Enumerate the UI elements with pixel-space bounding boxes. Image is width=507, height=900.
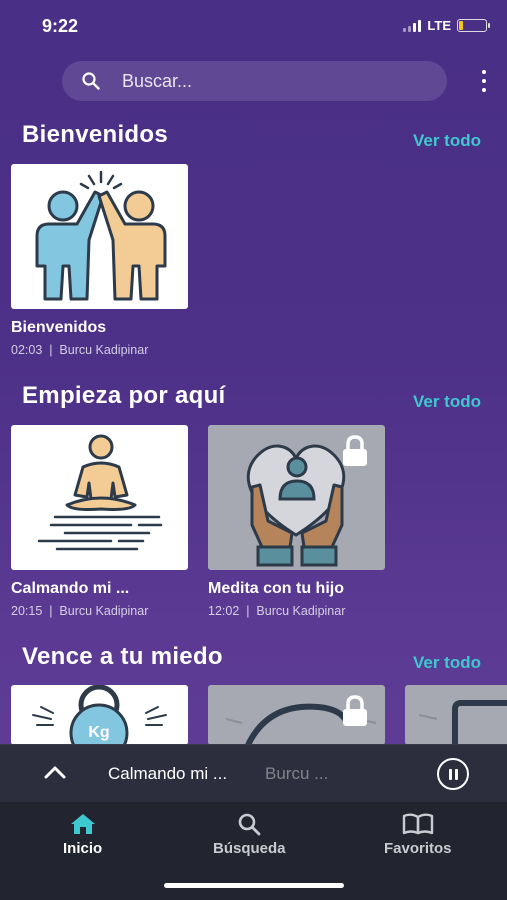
section-title-bienvenidos: Bienvenidos xyxy=(22,121,168,148)
tab-busqueda[interactable]: Búsqueda xyxy=(213,812,286,857)
see-all-bienvenidos-button[interactable]: Ver todo xyxy=(413,131,481,151)
status-time: 9:22 xyxy=(42,16,79,36)
card-title: Calmando mi ... xyxy=(11,580,130,597)
home-icon xyxy=(70,814,95,834)
card-thumbnail: Kg xyxy=(11,685,188,745)
mini-player[interactable]: Calmando mi ... Burcu ... xyxy=(0,744,507,802)
card-meta: 20:15 | Burcu Kadipinar xyxy=(11,604,149,618)
content-card-vence-2[interactable] xyxy=(208,685,385,745)
card-duration: 02:03 xyxy=(11,343,43,357)
signal-icon xyxy=(403,19,422,32)
shape-icon xyxy=(418,700,507,745)
card-thumbnail xyxy=(208,425,385,570)
card-meta: 12:02 | Burcu Kadipinar xyxy=(208,604,346,618)
tab-inicio[interactable]: Inicio xyxy=(63,812,102,857)
tab-label: Búsqueda xyxy=(213,840,286,857)
card-author: Burcu Kadipinar xyxy=(256,604,346,618)
kettlebell-icon: Kg xyxy=(32,685,167,745)
chevron-up-icon[interactable] xyxy=(44,765,66,779)
card-duration: 20:15 xyxy=(11,604,43,618)
section-title-vence: Vence a tu miedo xyxy=(22,643,223,670)
content-card-vence-1[interactable]: Kg xyxy=(11,685,188,745)
content-card-calmando[interactable]: Calmando mi ... 20:15 | Burcu Kadipinar xyxy=(11,425,188,618)
search-input[interactable] xyxy=(122,70,402,92)
search-icon xyxy=(238,813,261,836)
card-author: Burcu Kadipinar xyxy=(59,343,149,357)
kettlebell-label: Kg xyxy=(88,724,109,741)
card-thumbnail xyxy=(11,164,188,309)
home-indicator xyxy=(164,883,344,888)
status-icons: LTE xyxy=(403,18,490,33)
search-icon xyxy=(82,72,100,90)
card-duration: 12:02 xyxy=(208,604,240,618)
section-title-empieza: Empieza por aquí xyxy=(22,382,226,409)
tab-label: Inicio xyxy=(63,840,103,857)
card-meta: 02:03 | Burcu Kadipinar xyxy=(11,343,149,357)
card-thumbnail xyxy=(405,685,507,745)
see-all-vence-button[interactable]: Ver todo xyxy=(413,653,481,673)
card-title: Bienvenidos xyxy=(11,319,107,336)
card-thumbnail xyxy=(11,425,188,570)
content-card-medita[interactable]: Medita con tu hijo 12:02 | Burcu Kadipin… xyxy=(208,425,385,618)
card-author: Burcu Kadipinar xyxy=(59,604,149,618)
book-icon xyxy=(402,813,433,835)
content-card-bienvenidos[interactable]: Bienvenidos 02:03 | Burcu Kadipinar xyxy=(11,164,188,357)
lock-icon xyxy=(343,695,367,726)
card-thumbnail xyxy=(208,685,385,745)
search-bar[interactable] xyxy=(62,61,447,101)
network-label: LTE xyxy=(427,18,451,33)
see-all-empieza-button[interactable]: Ver todo xyxy=(413,392,481,412)
player-track-title: Calmando mi ... xyxy=(108,764,228,783)
meditation-icon xyxy=(37,434,163,551)
battery-icon xyxy=(457,19,490,32)
card-title: Medita con tu hijo xyxy=(208,580,344,597)
more-options-button[interactable] xyxy=(476,70,492,92)
tab-label: Favoritos xyxy=(384,840,452,857)
status-bar: 9:22 LTE xyxy=(0,0,507,52)
lock-icon xyxy=(343,435,367,466)
player-artist: Burcu ... xyxy=(265,764,329,783)
pause-button[interactable] xyxy=(437,758,469,790)
high-five-icon xyxy=(35,170,167,301)
content-card-vence-3[interactable] xyxy=(405,685,507,745)
tab-favoritos[interactable]: Favoritos xyxy=(384,812,452,857)
